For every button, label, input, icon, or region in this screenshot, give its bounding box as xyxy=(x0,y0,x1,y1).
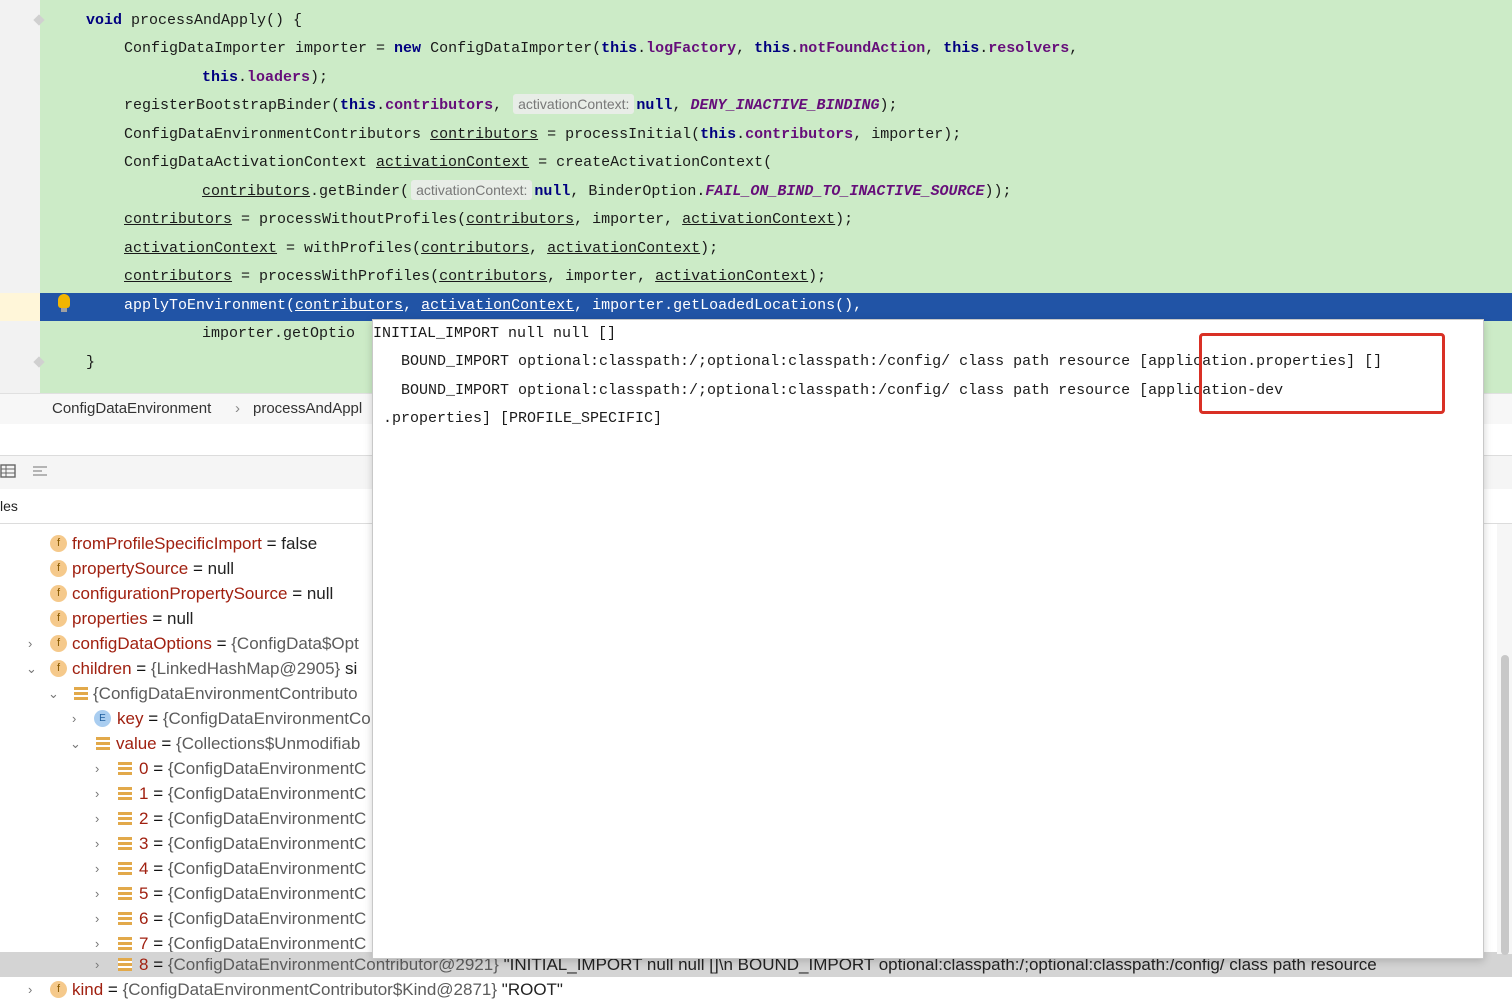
list-entry-icon xyxy=(118,787,132,800)
highlight-box xyxy=(1199,333,1445,414)
expand-arrow-icon[interactable]: › xyxy=(95,906,107,931)
lightbulb-icon[interactable] xyxy=(58,294,70,312)
popup-line-3: BOUND_IMPORT optional:classpath:/;option… xyxy=(383,382,1284,399)
code-line-13: } xyxy=(86,354,96,371)
list-entry-icon xyxy=(118,862,132,875)
execution-gutter xyxy=(0,293,40,321)
expand-arrow-icon[interactable]: › xyxy=(95,831,107,856)
code-text: processAndApply() { xyxy=(122,12,303,29)
list-entry-icon xyxy=(118,812,132,825)
collapse-arrow-icon[interactable]: ⌄ xyxy=(26,656,38,681)
scrollbar-thumb[interactable] xyxy=(1501,655,1509,955)
expand-arrow-icon[interactable]: › xyxy=(95,756,107,781)
code-line-3: this.loaders); xyxy=(202,69,329,86)
field-icon: f xyxy=(50,560,67,577)
value-popup[interactable]: INITIAL_IMPORT null null [] BOUND_IMPORT… xyxy=(372,319,1484,959)
code-line-5: ConfigDataEnvironmentContributors contri… xyxy=(124,126,962,143)
variables-title: les xyxy=(0,498,18,514)
tree-row[interactable]: › f kind = {ConfigDataEnvironmentContrib… xyxy=(0,977,1512,1002)
expand-arrow-icon[interactable]: › xyxy=(28,977,40,1002)
settings-layout-icon[interactable] xyxy=(32,464,48,478)
popup-line-4: .properties] [PROFILE_SPECIFIC] xyxy=(383,410,663,427)
expand-arrow-icon[interactable]: › xyxy=(95,806,107,831)
code-line-11: applyToEnvironment(contributors, activat… xyxy=(124,297,863,314)
table-view-icon[interactable] xyxy=(0,464,16,478)
expand-arrow-icon[interactable]: › xyxy=(95,881,107,906)
code-line-6: ConfigDataActivationContext activationCo… xyxy=(124,154,773,171)
code-line-9: activationContext = withProfiles(contrib… xyxy=(124,240,719,257)
code-line-12: importer.getOptio xyxy=(202,325,356,342)
code-line-2: ConfigDataImporter importer = new Config… xyxy=(124,40,1079,57)
list-entry-icon xyxy=(118,762,132,775)
list-entry-icon xyxy=(118,887,132,900)
parameter-hint: activationContext: xyxy=(513,94,635,114)
popup-line-1: INITIAL_IMPORT null null [] xyxy=(373,325,617,342)
field-icon: f xyxy=(50,981,67,998)
expand-arrow-icon[interactable]: › xyxy=(72,706,84,731)
code-line-1: void processAndApply() { xyxy=(86,7,302,35)
list-entry-icon xyxy=(96,737,110,750)
code-line-7: contributors.getBinder(activationContext… xyxy=(202,180,1012,200)
list-entry-icon xyxy=(118,937,132,950)
collapse-arrow-icon[interactable]: ⌄ xyxy=(48,681,60,706)
collapse-arrow-icon[interactable]: ⌄ xyxy=(70,731,82,756)
breadcrumb-method[interactable]: processAndAppl xyxy=(253,400,362,417)
expand-arrow-icon[interactable]: › xyxy=(95,856,107,881)
list-entry-icon xyxy=(118,912,132,925)
list-entry-icon xyxy=(74,687,88,700)
list-entry-icon xyxy=(118,837,132,850)
parameter-hint: activationContext: xyxy=(411,180,533,200)
list-entry-icon xyxy=(118,958,132,971)
editor-gutter[interactable] xyxy=(0,0,40,393)
field-icon: f xyxy=(50,635,67,652)
expand-arrow-icon[interactable]: › xyxy=(95,952,107,977)
field-icon: f xyxy=(50,585,67,602)
breadcrumb-class[interactable]: ConfigDataEnvironment xyxy=(52,400,211,417)
code-line-8: contributors = processWithoutProfiles(co… xyxy=(124,211,854,228)
field-icon: f xyxy=(50,660,67,677)
expand-arrow-icon[interactable]: › xyxy=(95,781,107,806)
expand-arrow-icon[interactable]: › xyxy=(28,631,40,656)
code-line-4: registerBootstrapBinder(this.contributor… xyxy=(124,94,898,114)
field-icon: f xyxy=(50,610,67,627)
breadcrumb-separator: › xyxy=(235,400,240,417)
enum-icon: E xyxy=(94,710,111,727)
keyword: void xyxy=(86,12,123,29)
field-icon: f xyxy=(50,535,67,552)
code-line-10: contributors = processWithProfiles(contr… xyxy=(124,268,827,285)
